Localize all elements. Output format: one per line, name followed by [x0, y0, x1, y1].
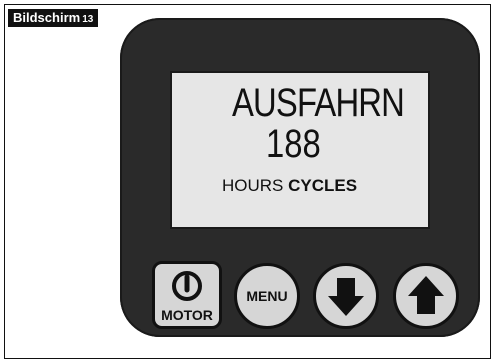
down-button[interactable] [313, 263, 379, 329]
figure-caption: Bildschirm 13 [8, 9, 99, 27]
lcd-hours-label: HOURS [222, 176, 284, 195]
motor-button[interactable]: MOTOR [152, 261, 222, 329]
lcd-cycles-label: CYCLES [288, 176, 358, 195]
lcd-status-text: AUSFAHRN [232, 81, 405, 125]
lcd-screen: AUSFAHRN 188 HOURS CYCLES [170, 71, 430, 229]
menu-button[interactable]: MENU [234, 263, 300, 329]
lcd-counter-value: 188 [266, 122, 321, 166]
caption-number: 13 [82, 14, 94, 25]
caption-label: Bildschirm [13, 10, 81, 25]
motor-button-label: MOTOR [161, 307, 213, 323]
lcd-unit-line: HOURS CYCLES [222, 175, 357, 197]
menu-button-label: MENU [246, 288, 288, 304]
arrow-down-icon [328, 278, 364, 316]
up-button[interactable] [393, 263, 459, 329]
arrow-up-icon [408, 276, 444, 314]
